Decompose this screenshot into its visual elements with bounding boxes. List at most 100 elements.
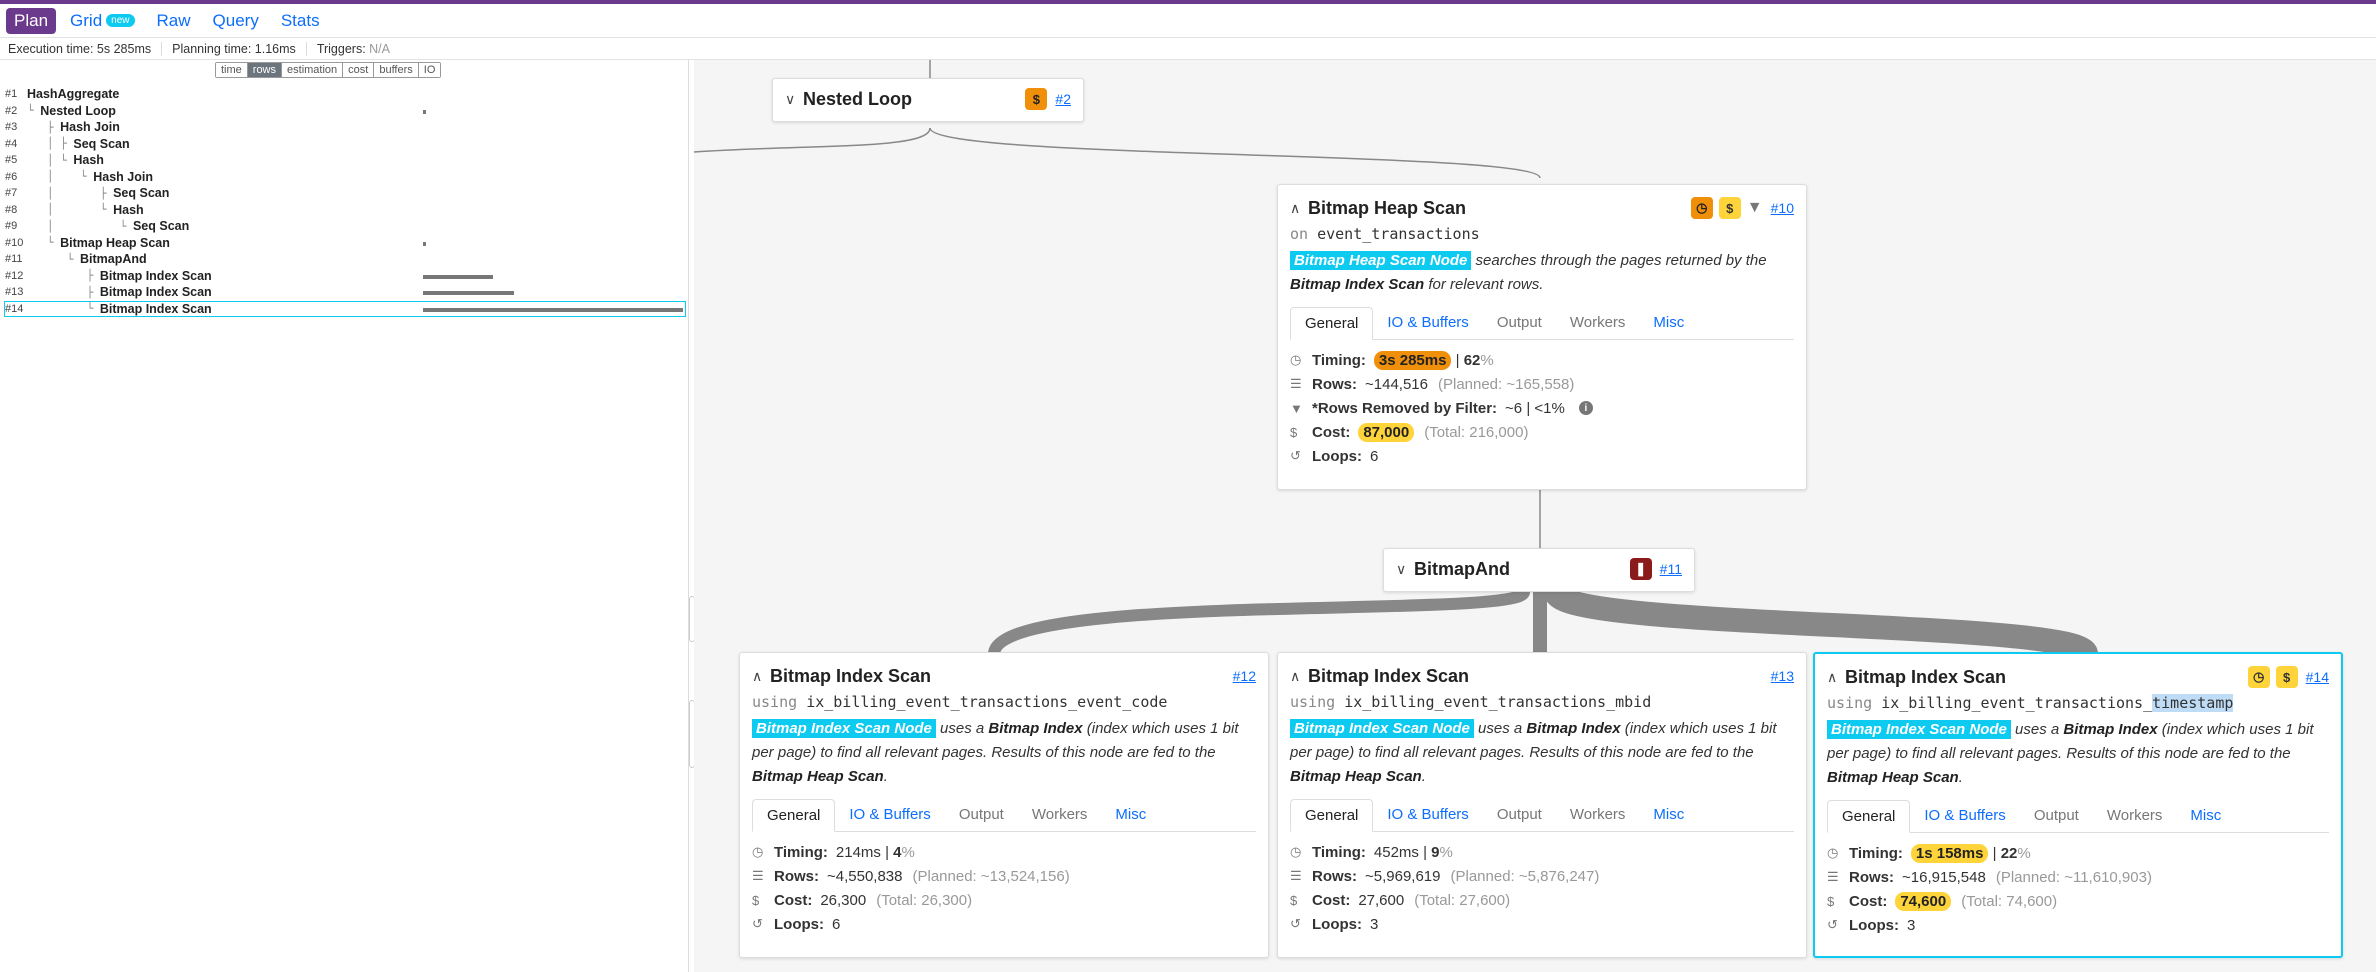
tab-general[interactable]: General — [1290, 307, 1374, 340]
desc-text: searches through the pages returned by t… — [1471, 252, 1767, 269]
tab-general[interactable]: General — [1290, 799, 1374, 832]
desc-tag: Bitmap Index Scan Node — [1290, 719, 1474, 738]
tab-general[interactable]: General — [752, 799, 836, 832]
separator: | — [885, 843, 889, 861]
metric-toggle-cost[interactable]: cost — [343, 63, 375, 77]
node-index: using ix_billing_event_transactions_mbid — [1278, 689, 1806, 711]
row-node-name: Bitmap Index Scan — [99, 285, 212, 300]
index-name: ix_billing_event_transactions_ — [1881, 694, 2153, 712]
metric-toggle-time[interactable]: time — [216, 63, 248, 77]
rows-label: Rows: — [1312, 375, 1357, 393]
plan-row[interactable]: #12 ├ Bitmap Index Scan — [4, 268, 686, 285]
node-bitmap-index-scan[interactable]: ∧ Bitmap Index Scan ◷ $ #14 using ix_billing_… — [1813, 652, 2343, 958]
plan-row[interactable]: #11 └ BitmapAnd — [4, 251, 686, 268]
loops-value: 6 — [1370, 447, 1379, 465]
plan-row[interactable]: #9 │ └ Seq Scan — [4, 218, 686, 235]
plan-row[interactable]: #8 │ └ Hash — [4, 202, 686, 219]
tab-workers[interactable]: Workers — [1018, 799, 1102, 831]
node-nested-loop[interactable]: ∨ Nested Loop $ #2 — [772, 78, 1084, 122]
tab-io-buffers[interactable]: IO & Buffers — [835, 799, 944, 831]
plan-row[interactable]: #13 ├ Bitmap Index Scan — [4, 284, 686, 301]
nav-query[interactable]: Query — [205, 8, 267, 34]
tab-io-buffers[interactable]: IO & Buffers — [1373, 307, 1482, 339]
chevron-icon[interactable]: ∧ — [1290, 668, 1308, 685]
chevron-icon[interactable]: ∨ — [1396, 561, 1414, 578]
node-bitmap-heap-scan[interactable]: ∧ Bitmap Heap Scan ◷ $ ▼ #10 on event_tr… — [1277, 184, 1807, 490]
metric-toggle-buffers[interactable]: buffers — [374, 63, 419, 77]
dollar-icon: $ — [752, 892, 760, 908]
metric-toggle-rows[interactable]: rows — [247, 63, 283, 77]
nav-raw-label: Raw — [156, 10, 191, 30]
node-link[interactable]: #10 — [1771, 200, 1794, 216]
prop-rows-removed: ▼ *Rows Removed by Filter: ~6 | <1% i — [1290, 396, 1794, 420]
node-link[interactable]: #11 — [1660, 561, 1682, 577]
triggers-label: Triggers: — [316, 41, 370, 56]
plan-diagram-canvas[interactable]: ∨ Nested Loop $ #2 ∧ Bitmap Heap Scan ◷ … — [694, 60, 2376, 972]
metric-toggle-group: time rows estimation cost buffers IO — [215, 62, 442, 78]
nav-plan[interactable]: Plan — [6, 7, 57, 34]
node-link[interactable]: #12 — [1233, 668, 1256, 684]
plan-row[interactable]: #14 └ Bitmap Index Scan — [4, 300, 686, 317]
row-tree-lines: └ — [27, 252, 80, 266]
chevron-icon[interactable]: ∧ — [1827, 669, 1845, 686]
row-node-name: Hash — [113, 202, 144, 217]
prop-loops: ↺ Loops: 3 — [1290, 912, 1794, 936]
node-bitmap-index-scan[interactable]: ∧ Bitmap Index Scan #12 using ix_billing_ev… — [739, 652, 1269, 958]
row-metric-bar — [423, 291, 514, 295]
tab-misc[interactable]: Misc — [1101, 799, 1160, 831]
status-bar: Execution time: 5s 285ms Planning time: … — [0, 38, 2376, 60]
row-tree-lines: ├ — [27, 120, 61, 134]
tab-output[interactable]: Output — [2020, 800, 2093, 832]
node-title: Bitmap Index Scan — [770, 665, 932, 686]
node-link[interactable]: #14 — [2306, 669, 2329, 685]
plan-row[interactable]: #1 HashAggregate — [4, 86, 686, 103]
nav-stats[interactable]: Stats — [273, 8, 328, 34]
node-bitmapand[interactable]: ∨ BitmapAnd ❚ #11 — [1383, 548, 1695, 592]
plan-row[interactable]: #7 │ ├ Seq Scan — [4, 185, 686, 202]
tab-output[interactable]: Output — [1483, 307, 1556, 339]
prop-cost: $ Cost: 87,000 (Total: 216,000) — [1290, 420, 1794, 444]
plan-row[interactable]: #3 ├ Hash Join — [4, 119, 686, 136]
tab-io-buffers[interactable]: IO & Buffers — [1373, 799, 1482, 831]
tab-misc[interactable]: Misc — [1639, 799, 1698, 831]
row-node-name: Hash — [73, 153, 104, 168]
dollar-icon: $ — [1290, 424, 1298, 440]
desc-text: . — [1958, 769, 1963, 786]
prop-rows: ☰ Rows: ~16,915,548 (Planned: ~11,610,903) — [1827, 865, 2329, 889]
nav-grid[interactable]: Grid new — [62, 8, 142, 34]
chevron-icon[interactable]: ∨ — [785, 91, 803, 108]
index-name: ix_billing_event_transactions_mbid — [1344, 693, 1652, 711]
loops-value: 6 — [832, 915, 841, 933]
tab-workers[interactable]: Workers — [2093, 800, 2177, 832]
tab-output[interactable]: Output — [945, 799, 1018, 831]
rows-value: ~16,915,548 — [1902, 868, 1986, 886]
tab-output[interactable]: Output — [1483, 799, 1556, 831]
chevron-icon[interactable]: ∧ — [1290, 200, 1308, 217]
row-node-name: BitmapAnd — [79, 252, 147, 267]
metric-toggle-io[interactable]: IO — [418, 63, 441, 77]
node-bitmap-index-scan[interactable]: ∧ Bitmap Index Scan #13 using ix_billing_ev… — [1277, 652, 1807, 958]
dollar-icon: $ — [1718, 197, 1741, 219]
node-link[interactable]: #13 — [1771, 668, 1794, 684]
info-icon[interactable]: i — [1578, 401, 1593, 415]
plan-row[interactable]: #5 │ └ Hash — [4, 152, 686, 169]
tab-workers[interactable]: Workers — [1556, 307, 1640, 339]
plan-row[interactable]: #4 │ ├ Seq Scan — [4, 136, 686, 153]
clock-icon: ◷ — [752, 844, 764, 859]
metric-toggle-estimation[interactable]: estimation — [282, 63, 344, 77]
plan-row[interactable]: #10 └ Bitmap Heap Scan — [4, 235, 686, 252]
tab-io-buffers[interactable]: IO & Buffers — [1910, 800, 2019, 832]
node-link[interactable]: #2 — [1055, 91, 1071, 107]
chevron-icon[interactable]: ∧ — [752, 668, 770, 685]
tab-misc[interactable]: Misc — [2176, 800, 2235, 832]
tab-workers[interactable]: Workers — [1556, 799, 1640, 831]
plan-row[interactable]: #2 └ Nested Loop — [4, 103, 686, 120]
plan-row[interactable]: #6 │ └ Hash Join — [4, 169, 686, 186]
nav-raw[interactable]: Raw — [149, 8, 199, 34]
node-props: ◷ Timing: 3s 285ms | 62% ☰ Rows: ~144,516 (Pl… — [1278, 340, 1806, 474]
row-id: #3 — [5, 121, 18, 134]
node-props: ◷ Timing: 1s 158ms | 22% ☰ Rows: ~16,915,548 (… — [1815, 833, 2341, 943]
row-tree-lines: │ ├ — [27, 137, 74, 151]
tab-general[interactable]: General — [1827, 800, 1911, 833]
tab-misc[interactable]: Misc — [1639, 307, 1698, 339]
